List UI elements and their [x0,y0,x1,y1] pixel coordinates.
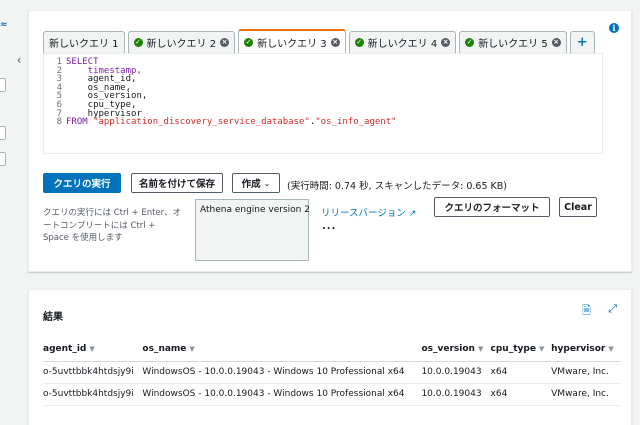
query-tabs: 新しいクエリ 1 ✓ 新しいクエリ 2 × ✓ 新しいクエリ 3 × ✓ 新しいクエリ 4 × ✓ 新… [43,29,598,53]
info-icon[interactable]: i [609,23,619,33]
line-number: 8 [56,117,62,128]
results-title: 結果 [43,312,63,323]
clear-button[interactable]: Clear [559,197,597,217]
tab-label: 新しいクエリ 2 [146,39,217,50]
results-header-row: agent_id ▼ os_name ▼ os_version ▼ cpu_type ▼ hyp… [43,337,621,362]
column-label: cpu_type [490,343,536,354]
engine-version-box: Athena engine version 2 [195,199,310,261]
table-cell: x64 [490,383,552,406]
results-table: agent_id ▼ os_name ▼ os_version ▼ cpu_type ▼ hyp… [43,337,621,406]
save-as-button[interactable]: 名前を付けて保存 [131,173,223,193]
results-panel: 結果 🗎 ⤢ agent_id ▼ os_name ▼ os_version ▼ cpu_t… [28,289,632,425]
column-label: agent_id [43,343,87,354]
table-cell: WindowsOS - 10.0.0.19043 - Windows 10 Pr… [142,361,422,384]
shortcut-hint: クエリの実行には Ctrl + Enter、オートコンプリートには Ctrl +… [43,208,182,243]
table-cell: WindowsOS - 10.0.0.19043 - Windows 10 Pr… [142,383,422,406]
left-edge: ≈ [0,0,9,425]
clear-label: Clear [564,201,592,213]
left-edge-control[interactable] [0,78,6,92]
table-cell: VMware, Inc. [551,361,621,384]
tab-label: 新しいクエリ 5 [478,39,548,50]
column-header-os-name[interactable]: os_name ▼ [142,337,422,362]
external-link-icon: ↗ [408,209,417,219]
tab-query-5[interactable]: ✓ 新しいクエリ 5 × [459,31,567,53]
tab-query-4[interactable]: ✓ 新しいクエリ 4 × [348,31,457,53]
sort-icon[interactable]: ▼ [189,345,194,353]
run-query-label: クエリの実行 [53,179,111,190]
chevron-left-icon: ‹ [16,53,22,67]
tab-label: 新しいクエリ 1 [49,39,119,50]
sort-icon[interactable]: ▼ [608,345,613,353]
table-row: o-5uvttbbk4htdsjy9i WindowsOS - 10.0.0.19… [43,361,621,384]
check-circle-icon: ✓ [465,38,475,47]
column-header-agent-id[interactable]: agent_id ▼ [43,337,143,362]
sort-icon[interactable]: ▼ [539,345,544,353]
tab-query-3[interactable]: ✓ 新しいクエリ 3 × [238,29,346,53]
format-query-label: クエリのフォーマット [444,203,540,214]
table-cell: o-5uvttbbk4htdsjy9i [43,383,143,406]
chevron-down-icon: ⌄ [263,178,271,188]
check-circle-icon: ✓ [133,38,143,47]
close-tab-icon[interactable]: × [330,37,340,47]
create-dropdown-button[interactable]: 作成 ⌄ [232,173,280,193]
close-tab-icon[interactable]: × [441,38,451,47]
check-circle-icon: ✓ [244,37,254,47]
table-cell: 10.0.0.19043 [421,383,491,406]
tab-label: 新しいクエリ 4 [367,39,438,50]
sql-editor[interactable]: 1 SELECT 2 timestamp, 3 agent_id, 4 os_name,… [43,53,603,154]
add-tab-button[interactable]: + [569,31,595,53]
column-header-os-version[interactable]: os_version ▼ [421,337,491,362]
line-number: 5 [56,91,62,102]
line-number: 4 [56,82,62,93]
download-results-icon[interactable]: 🗎 [582,302,591,321]
tab-label: 新しいクエリ 3 [257,38,327,50]
column-header-cpu-type[interactable]: cpu_type ▼ [490,337,552,362]
column-label: os_name [142,343,187,354]
code-token: FROM [66,117,94,128]
collapse-panel-button[interactable]: ‹ [12,52,26,68]
sort-icon[interactable]: ▼ [478,345,483,353]
left-edge-mark: ≈ [0,20,8,30]
more-options-icon[interactable]: ... [322,221,336,232]
tab-query-1[interactable]: 新しいクエリ 1 [43,31,125,53]
query-editor-panel: i 新しいクエリ 1 ✓ 新しいクエリ 2 × ✓ 新しいクエリ 3 × ✓ 新しいクエリ 4 ×… [28,10,632,272]
table-cell: VMware, Inc. [551,383,621,406]
code-text: FROM "application_discovery_service_data… [66,118,397,127]
left-edge-control[interactable] [0,126,6,140]
close-tab-icon[interactable]: × [551,38,561,47]
check-circle-icon: ✓ [354,38,364,47]
format-query-button[interactable]: クエリのフォーマット [434,197,550,217]
column-label: os_version [421,343,475,354]
code-token: "application_discovery_service_database" [93,117,310,128]
line-number: 6 [56,99,62,110]
left-edge-control[interactable] [0,152,6,166]
table-cell: x64 [490,361,552,384]
create-label: 作成 [241,179,261,190]
run-query-button[interactable]: クエリの実行 [43,173,121,193]
column-label: hypervisor [551,343,606,354]
column-header-hypervisor[interactable]: hypervisor ▼ [551,337,621,362]
line-number: 7 [56,108,62,119]
line-number: 1 [56,57,62,67]
table-row: o-5uvttbbk4htdsjy9i WindowsOS - 10.0.0.19… [43,383,621,406]
table-cell: o-5uvttbbk4htdsjy9i [43,361,143,384]
line-number: 3 [56,74,62,85]
code-line: 8 FROM "application_discovery_service_dat… [44,118,602,127]
execution-info: (実行時間: 0.74 秒, スキャンしたデータ: 0.65 KB) [287,181,507,192]
release-version-link[interactable]: リリースバージョン ↗ [321,205,416,219]
engine-version-label: Athena engine version 2 [200,205,310,215]
code-token: "os_info_agent" [315,117,397,128]
expand-icon[interactable]: ⤢ [608,302,617,316]
tab-query-2[interactable]: ✓ 新しいクエリ 2 × [127,31,236,53]
release-version-label: リリースバージョン [321,208,406,219]
line-number: 2 [56,65,62,76]
sort-icon[interactable]: ▼ [89,345,94,353]
save-as-label: 名前を付けて保存 [138,179,215,190]
close-tab-icon[interactable]: × [220,38,230,47]
table-cell: 10.0.0.19043 [421,361,491,384]
